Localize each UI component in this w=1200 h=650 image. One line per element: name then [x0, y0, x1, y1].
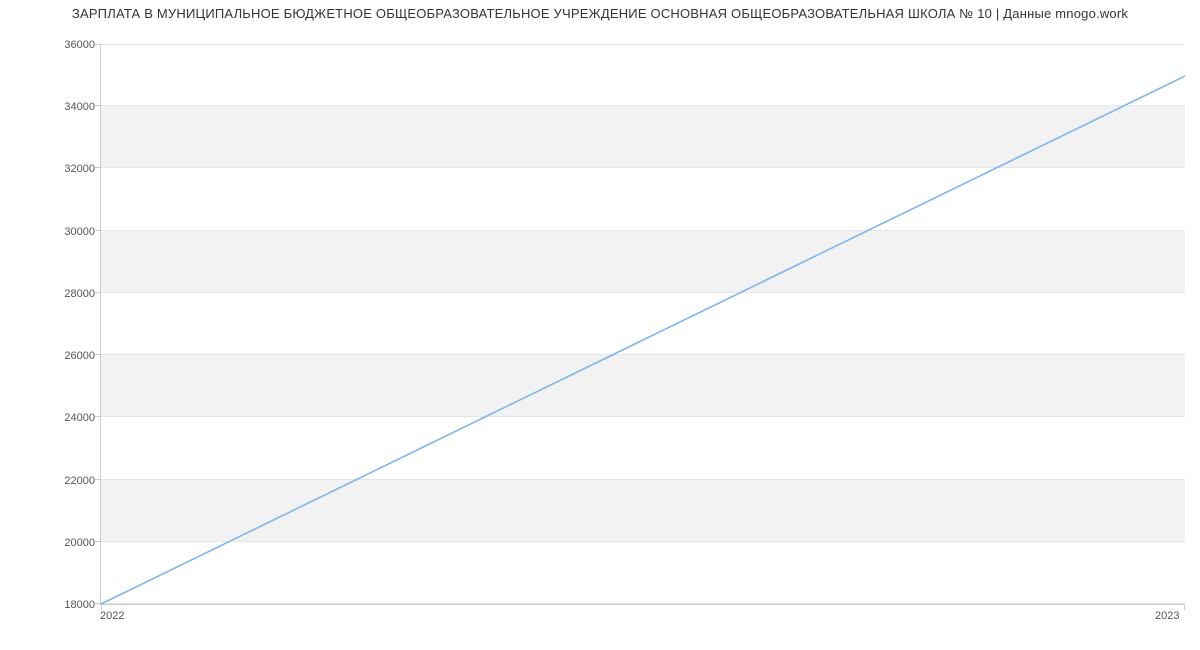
line-series: [101, 45, 1185, 604]
x-tick-label: 2022: [100, 610, 124, 622]
y-tick-label: 30000: [15, 226, 95, 238]
y-tick-label: 26000: [15, 350, 95, 362]
chart-container: ЗАРПЛАТА В МУНИЦИПАЛЬНОЕ БЮДЖЕТНОЕ ОБЩЕО…: [0, 0, 1200, 650]
plot-area: [100, 45, 1185, 605]
y-tick-label: 24000: [15, 412, 95, 424]
y-tick-label: 22000: [15, 475, 95, 487]
x-tick: [101, 604, 102, 610]
y-tick-label: 20000: [15, 537, 95, 549]
x-tick-label: 2023: [1155, 610, 1179, 622]
y-tick-label: 36000: [15, 39, 95, 51]
y-tick-label: 34000: [15, 101, 95, 113]
y-tick-label: 32000: [15, 163, 95, 175]
x-tick: [1184, 604, 1185, 610]
data-line: [101, 76, 1185, 604]
y-tick-label: 28000: [15, 288, 95, 300]
chart-title: ЗАРПЛАТА В МУНИЦИПАЛЬНОЕ БЮДЖЕТНОЕ ОБЩЕО…: [0, 6, 1200, 21]
y-tick-label: 18000: [15, 599, 95, 611]
